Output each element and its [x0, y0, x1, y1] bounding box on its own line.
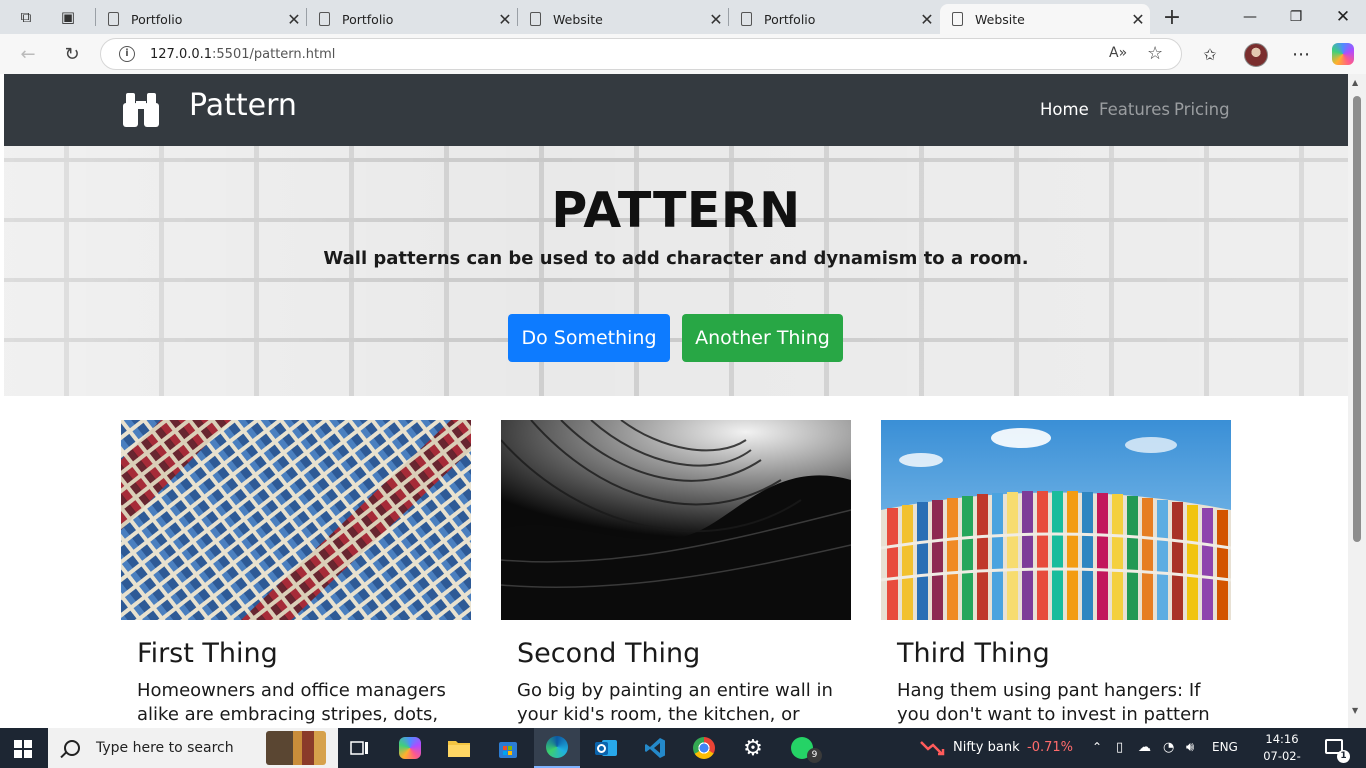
- browser-tab[interactable]: Website ✕: [518, 4, 728, 34]
- show-hidden-icons-chevron-icon[interactable]: ⌃: [1092, 740, 1102, 754]
- nav-home[interactable]: Home: [1040, 100, 1089, 119]
- whatsapp-icon[interactable]: 9: [779, 728, 825, 768]
- card-title: First Thing: [137, 638, 278, 669]
- device-icon[interactable]: ▯: [1116, 740, 1123, 755]
- brand-name[interactable]: Pattern: [189, 88, 297, 123]
- browser-tab[interactable]: Portfolio ✕: [96, 4, 306, 34]
- do-something-button[interactable]: Do Something: [508, 314, 670, 362]
- microsoft-store-icon[interactable]: [485, 728, 531, 768]
- browser-tab-strip: ⧉ ▣ Portfolio ✕ Portfolio ✕ Website ✕ Po…: [0, 0, 1366, 34]
- browser-tab[interactable]: Portfolio ✕: [729, 4, 939, 34]
- tab-actions-icon[interactable]: ▣: [58, 7, 78, 27]
- volume-icon[interactable]: 🔊︎: [1186, 740, 1194, 755]
- close-tab-icon[interactable]: ✕: [704, 10, 728, 29]
- close-tab-icon[interactable]: ✕: [493, 10, 517, 29]
- copilot-icon[interactable]: [1332, 43, 1354, 65]
- browser-tab-active[interactable]: Website ✕: [940, 4, 1150, 34]
- copilot-taskbar-icon[interactable]: [387, 728, 433, 768]
- card-title: Third Thing: [897, 638, 1050, 669]
- task-view-icon[interactable]: [337, 728, 383, 768]
- card-image-curved-building: [501, 420, 851, 620]
- profile-avatar[interactable]: [1244, 43, 1268, 67]
- hero-section: PATTERN Wall patterns can be used to add…: [4, 146, 1348, 396]
- date: 07-02-2025: [1263, 749, 1301, 768]
- card-text: Go big by painting an entire wall in you…: [517, 680, 833, 725]
- page-icon: [530, 12, 541, 26]
- search-icon: [64, 740, 80, 756]
- scroll-down-arrow-icon[interactable]: ▼: [1352, 706, 1358, 715]
- favorite-star-icon[interactable]: ☆: [1147, 43, 1163, 64]
- close-tab-icon[interactable]: ✕: [1126, 10, 1150, 29]
- edge-browser-icon[interactable]: [534, 728, 580, 768]
- close-tab-icon[interactable]: ✕: [915, 10, 939, 29]
- scroll-thumb[interactable]: [1353, 96, 1361, 542]
- stock-name[interactable]: Nifty bank: [953, 740, 1020, 755]
- card: First Thing Homeowners and office manage…: [121, 420, 471, 727]
- stock-change[interactable]: -0.71%: [1027, 740, 1073, 755]
- windows-taskbar: Type here to search ⚙ 9 Nifty bank -0.71…: [0, 728, 1366, 768]
- binoculars-icon[interactable]: [120, 91, 162, 129]
- site-info-icon[interactable]: i: [119, 46, 135, 62]
- site-navbar: Pattern Home Features Pricing: [4, 74, 1348, 146]
- card-text: Hang them using pant hangers: If you don…: [897, 680, 1210, 725]
- new-tab-button[interactable]: +: [1160, 5, 1184, 30]
- page-icon: [108, 12, 119, 26]
- card: Third Thing Hang them using pant hangers…: [881, 420, 1231, 727]
- wifi-icon[interactable]: ◔: [1163, 740, 1174, 755]
- close-tab-icon[interactable]: ✕: [282, 10, 306, 29]
- back-button[interactable]: ←: [17, 43, 39, 65]
- whatsapp-badge: 9: [807, 748, 822, 763]
- time: 14:16: [1265, 732, 1299, 746]
- clock[interactable]: 14:16 07-02-2025: [1252, 731, 1312, 768]
- card-title: Second Thing: [517, 638, 701, 669]
- url-text[interactable]: 127.0.0.1:5501/pattern.html: [150, 47, 335, 62]
- card-image-windows-facade: [121, 420, 471, 620]
- browser-tab[interactable]: Portfolio ✕: [307, 4, 517, 34]
- nav-pricing[interactable]: Pricing: [1174, 100, 1230, 119]
- stock-chart-icon[interactable]: [920, 738, 946, 758]
- more-menu-icon[interactable]: ⋯: [1289, 42, 1313, 66]
- workspaces-icon[interactable]: ⧉: [16, 7, 36, 27]
- card: Second Thing Go big by painting an entir…: [501, 420, 851, 727]
- page-viewport: Pattern Home Features Pricing PATTERN Wa…: [4, 74, 1348, 728]
- file-explorer-icon[interactable]: [436, 728, 482, 768]
- refresh-button[interactable]: ↻: [61, 43, 83, 65]
- page-icon: [741, 12, 752, 26]
- page-icon: [952, 12, 963, 26]
- close-window-button[interactable]: ✕: [1320, 4, 1366, 30]
- page-scrollbar[interactable]: ▲ ▼: [1348, 74, 1366, 728]
- hero-title: PATTERN: [551, 182, 801, 239]
- language-indicator[interactable]: ENG: [1212, 740, 1238, 754]
- card-text: Homeowners and office managers alike are…: [137, 680, 446, 725]
- minimize-button[interactable]: —: [1227, 4, 1273, 30]
- onedrive-cloud-icon[interactable]: ☁: [1138, 740, 1151, 755]
- read-aloud-icon[interactable]: A»: [1109, 45, 1127, 61]
- outlook-icon[interactable]: [583, 728, 629, 768]
- settings-gear-icon[interactable]: ⚙: [730, 728, 776, 768]
- windows-start-icon[interactable]: [14, 740, 32, 758]
- card-image-colorful-facade: [881, 420, 1231, 620]
- restore-button[interactable]: ❐: [1273, 4, 1319, 30]
- notification-count: 1: [1337, 750, 1350, 763]
- taskbar-search-box[interactable]: Type here to search: [48, 728, 338, 768]
- nav-features[interactable]: Features: [1099, 100, 1170, 119]
- vscode-icon[interactable]: [632, 728, 678, 768]
- address-bar: ← ↻ i 127.0.0.1:5501/pattern.html A» ☆ ✩…: [0, 34, 1366, 74]
- scroll-up-arrow-icon[interactable]: ▲: [1352, 78, 1358, 87]
- url-field[interactable]: i 127.0.0.1:5501/pattern.html A» ☆: [100, 38, 1182, 70]
- chrome-icon[interactable]: [681, 728, 727, 768]
- page-icon: [319, 12, 330, 26]
- another-thing-button[interactable]: Another Thing: [682, 314, 843, 362]
- search-highlight-image: [266, 731, 326, 765]
- favorites-icon[interactable]: ✩: [1198, 42, 1222, 66]
- hero-subtitle: Wall patterns can be used to add charact…: [323, 248, 1029, 269]
